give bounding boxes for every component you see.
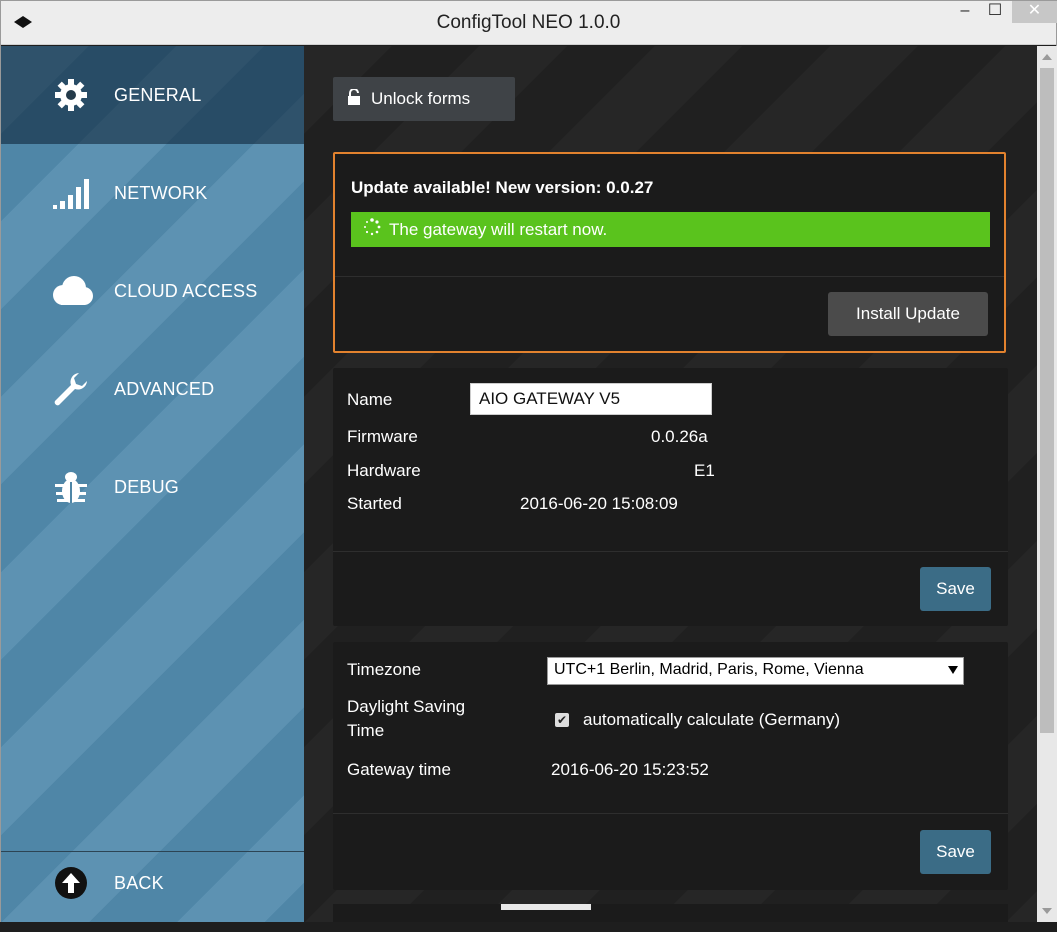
unlock-forms-label: Unlock forms [371, 89, 471, 108]
sidebar-item-advanced[interactable]: ADVANCED [1, 340, 304, 438]
panel-divider [335, 276, 1004, 277]
timezone-selected-value: UTC+1 Berlin, Madrid, Paris, Rome, Vienn… [554, 661, 864, 678]
back-label: BACK [114, 872, 164, 893]
started-value: 2016-06-20 15:08:09 [520, 494, 678, 513]
time-settings-panel: Timezone UTC+1 Berlin, Madrid, Paris, Ro… [333, 642, 1008, 890]
back-button[interactable]: BACK [1, 834, 304, 932]
vertical-scrollbar[interactable] [1037, 46, 1057, 922]
gateway-time-value: 2016-06-20 15:23:52 [551, 760, 709, 779]
dst-label: Daylight Saving [347, 697, 466, 716]
sidebar-item-label: NETWORK [114, 182, 208, 203]
sidebar-item-label: ADVANCED [114, 378, 215, 399]
gateway-time-label: Gateway time [347, 760, 451, 779]
hardware-label: Hardware [347, 461, 421, 480]
sidebar-item-network[interactable]: NETWORK [1, 144, 304, 242]
panel-divider [333, 813, 1008, 814]
minimize-button[interactable]: ‒ [951, 1, 979, 23]
restart-status-text: The gateway will restart now. [389, 219, 608, 239]
firmware-label: Firmware [347, 427, 418, 446]
save-info-button[interactable]: Save [920, 567, 991, 611]
unlock-icon [347, 87, 361, 110]
timezone-label: Timezone [347, 660, 422, 679]
sidebar-item-debug[interactable]: DEBUG [1, 438, 304, 536]
close-button[interactable]: ✕ [1012, 1, 1057, 23]
sidebar-item-general[interactable]: GENERAL [1, 46, 304, 144]
scroll-up-arrow-icon[interactable] [1042, 54, 1052, 60]
scroll-down-arrow-icon[interactable] [1042, 908, 1052, 914]
bug-icon [49, 465, 93, 509]
arrow-up-circle-icon [49, 861, 93, 905]
dst-label-line2: Time [347, 721, 385, 740]
title-bar: ConfigTool NEO 1.0.0 ‒ ☐ ✕ [1, 1, 1057, 45]
dst-checkbox[interactable]: ✔ [555, 713, 569, 727]
hardware-value: E1 [694, 461, 715, 480]
maximize-button[interactable]: ☐ [981, 1, 1009, 23]
dst-checkbox-label: automatically calculate (Germany) [583, 710, 840, 729]
gateway-info-panel: Name Firmware 0.0.26a Hardware E1 Starte… [333, 368, 1008, 626]
panel-divider [333, 551, 1008, 552]
timezone-select[interactable]: UTC+1 Berlin, Madrid, Paris, Rome, Vienn… [547, 657, 964, 685]
firmware-value: 0.0.26a [651, 427, 708, 446]
started-label: Started [347, 494, 402, 513]
sidebar-item-cloud-access[interactable]: CLOUD ACCESS [1, 242, 304, 340]
wrench-icon [49, 367, 93, 411]
cloud-icon [49, 269, 93, 313]
name-label: Name [347, 390, 393, 409]
main-content: Unlock forms Update available! New versi… [304, 46, 1037, 922]
next-panel-input[interactable] [501, 904, 591, 910]
scrollbar-thumb[interactable] [1040, 68, 1054, 733]
sidebar-item-label: GENERAL [114, 84, 202, 105]
restart-status-bar: The gateway will restart now. [351, 212, 990, 247]
sidebar: GENERAL NETWORK CLOUD ACCESS ADVANCED DE… [1, 46, 304, 922]
install-update-button[interactable]: Install Update [828, 292, 988, 336]
spinner-icon [363, 218, 381, 241]
unlock-forms-button[interactable]: Unlock forms [333, 77, 515, 121]
sidebar-item-label: DEBUG [114, 476, 180, 497]
gear-icon [49, 73, 93, 117]
window-title: ConfigTool NEO 1.0.0 [436, 12, 621, 33]
save-time-button[interactable]: Save [920, 830, 991, 874]
signal-bars-icon [49, 171, 93, 215]
update-panel: Update available! New version: 0.0.27 Th… [333, 152, 1006, 353]
name-input[interactable] [470, 383, 712, 415]
dropdown-arrow-icon [948, 666, 958, 674]
app-window: ConfigTool NEO 1.0.0 ‒ ☐ ✕ GENERAL NETWO… [0, 0, 1057, 922]
sidebar-item-label: CLOUD ACCESS [114, 280, 258, 301]
update-title: Update available! New version: 0.0.27 [351, 178, 654, 197]
next-panel [333, 904, 1008, 922]
